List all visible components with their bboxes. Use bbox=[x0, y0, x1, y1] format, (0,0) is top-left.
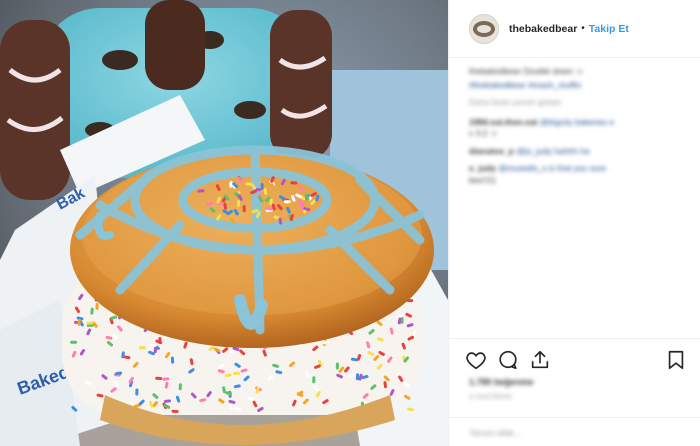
sprinkle bbox=[233, 371, 241, 376]
comment-text[interactable]: @jo_judy hahhh ha bbox=[516, 146, 589, 156]
caption-hashtags[interactable]: #thebakedbear #mash_muffin bbox=[469, 80, 581, 90]
sprinkle bbox=[266, 183, 274, 187]
share-icon[interactable] bbox=[529, 349, 551, 371]
sprinkle bbox=[242, 205, 246, 213]
comment-author[interactable]: e_judy bbox=[469, 163, 496, 173]
avatar-image bbox=[473, 20, 495, 37]
post-actions: 1.780 beğenme 4 HAZİRAN Yorum ekle... bbox=[449, 338, 700, 446]
comment-author[interactable]: dianatoe_p bbox=[469, 146, 514, 156]
comment-item: 1984.eat.then.eat @bigcity bakeries e c … bbox=[469, 117, 689, 140]
avatar[interactable] bbox=[469, 13, 499, 44]
sprinkle bbox=[178, 383, 182, 391]
sprinkle bbox=[139, 346, 147, 350]
sprinkle bbox=[290, 181, 298, 185]
sprinkle bbox=[95, 302, 99, 310]
post-photo-art: Baked Bear Bak Bear bbox=[0, 0, 448, 446]
comment-text[interactable]: @bigcity bakeries e bbox=[540, 117, 614, 127]
comment-author[interactable]: 1984.eat.then.eat bbox=[469, 117, 538, 127]
bookmark-icon[interactable] bbox=[665, 349, 687, 371]
separator-dot: • bbox=[581, 23, 585, 34]
sprinkle bbox=[135, 388, 139, 396]
likes-count[interactable]: 1.780 beğenme bbox=[469, 377, 534, 387]
sprinkle bbox=[171, 409, 179, 413]
sprinkle bbox=[236, 200, 241, 208]
username-link[interactable]: thebakedbear bbox=[509, 23, 577, 35]
caption: thebakedbear Double down ☺ bbox=[469, 66, 585, 76]
comment-item: e_judy @mustafa_s is that you sure bes!!… bbox=[469, 163, 689, 186]
action-icons bbox=[465, 349, 687, 371]
sprinkle bbox=[245, 182, 253, 186]
follow-button[interactable]: Takip Et bbox=[589, 23, 629, 35]
comment-item: dianatoe_p @jo_judy hahhh ha bbox=[469, 146, 689, 158]
add-comment-bar[interactable]: Yorum ekle... bbox=[449, 417, 700, 446]
sprinkle bbox=[155, 376, 163, 380]
post-date: 4 HAZİRAN bbox=[469, 392, 512, 401]
sprinkle bbox=[312, 376, 316, 384]
post-photo[interactable]: Baked Bear Bak Bear bbox=[0, 0, 448, 446]
heart-icon[interactable] bbox=[465, 349, 487, 371]
load-more-comments[interactable]: Daha fazla yorum göster bbox=[469, 97, 562, 107]
sprinkle bbox=[247, 397, 255, 401]
comment-text[interactable]: @mustafa_s is that you sure bbox=[498, 163, 606, 173]
sprinkle bbox=[170, 356, 175, 364]
sprinkle bbox=[335, 362, 339, 370]
sprinkle bbox=[77, 318, 81, 326]
comments-section: thebakedbear Double down ☺ #thebakedbear… bbox=[469, 66, 689, 192]
sprinkle bbox=[70, 340, 78, 344]
post-header: thebakedbear • Takip Et bbox=[449, 0, 700, 58]
comment-text-continued: bes!!11 bbox=[469, 174, 497, 185]
sprinkle bbox=[283, 200, 291, 204]
comment-text-continued: c 3.2 ☺ bbox=[469, 128, 499, 138]
comment-icon[interactable] bbox=[497, 349, 519, 371]
post-side-panel: thebakedbear • Takip Et thebakedbear Dou… bbox=[448, 0, 700, 446]
sprinkle bbox=[149, 343, 157, 347]
add-comment-input[interactable]: Yorum ekle... bbox=[469, 428, 681, 440]
sprinkle bbox=[260, 182, 264, 190]
